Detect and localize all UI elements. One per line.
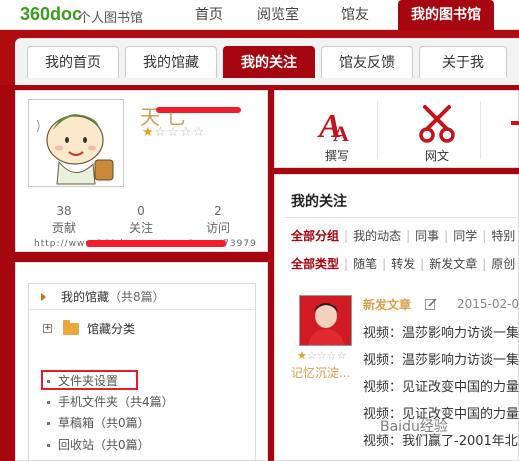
feed-user-stars: ★☆☆☆☆ (297, 349, 346, 362)
nav-reading-room[interactable]: 阅览室 (246, 0, 310, 30)
stat-label: 贡献 (51, 221, 76, 235)
edit-icon (425, 298, 437, 310)
profile-card: 天 乚 ★☆☆☆☆ 38 贡献 0 关注 2 访问 http://www.360… (15, 90, 268, 252)
tool-web-clip[interactable]: 网文 (407, 91, 467, 169)
site-logo[interactable]: 360doc (20, 4, 82, 25)
scissors-icon (419, 105, 455, 143)
tools-panel: A A 撰写 网文 (274, 90, 519, 168)
stat-label: 访问 (205, 221, 230, 235)
filter-repost[interactable]: 转发 (391, 257, 415, 271)
follow-title: 我的关注 (291, 194, 347, 210)
tool-divider (480, 101, 481, 159)
tool-write-label: 撰写 (324, 149, 349, 163)
filter-new-articles[interactable]: 新发文章 (429, 257, 477, 271)
star-empty-icon: ☆☆☆☆ (306, 349, 347, 362)
tool-divider (377, 101, 378, 159)
stat-value: 38 (56, 204, 72, 218)
nav-friends[interactable]: 馆友 (326, 0, 384, 30)
filter-all-types[interactable]: 全部类型 (291, 257, 339, 271)
tool-web-clip-label: 网文 (424, 149, 449, 163)
highlight-box (41, 370, 138, 390)
collection-title: 我的馆藏（共8篇） (61, 290, 165, 304)
filter-special[interactable]: 特别 (491, 229, 515, 243)
tab-my-follow[interactable]: 我的关注 (223, 46, 315, 78)
filter-essay[interactable]: 随笔 (353, 257, 377, 271)
redaction-mark (156, 107, 241, 113)
folder-icon (63, 320, 79, 335)
bullet-icon (47, 444, 50, 447)
tool-write[interactable]: A A 撰写 (307, 91, 367, 169)
more-tool-icon[interactable] (511, 121, 519, 125)
divider (285, 217, 519, 218)
feed-item[interactable]: 视频：见证改变中国的力量 (363, 379, 519, 397)
link-recycle-bin[interactable]: 回收站（共0篇） (47, 436, 150, 454)
watermark: Baidu经验 (380, 419, 448, 435)
star-filled-icon: ★ (297, 349, 307, 362)
feed-user-avatar[interactable] (299, 295, 352, 346)
tab-feedback[interactable]: 馆友反馈 (321, 46, 413, 78)
rating-stars: ★☆☆☆☆ (142, 125, 205, 140)
stat-value: 2 (214, 204, 222, 218)
portrait-photo (300, 296, 351, 345)
filter-all-groups[interactable]: 全部分组 (291, 229, 339, 243)
filter-types: 全部类型 | 随笔 | 转发 | 新发文章 | 原创 (291, 257, 516, 271)
stat-contribution[interactable]: 38 贡献 (34, 203, 94, 237)
nav-home[interactable]: 首页 (180, 0, 238, 30)
filter-my-activity[interactable]: 我的动态 (353, 229, 401, 243)
new-article-badge: 新发文章 (363, 298, 412, 312)
tab-about-me[interactable]: 关于我 (419, 46, 507, 78)
top-bar: 360doc 个人图书馆 首页 阅览室 馆友 我的图书馆 (0, 0, 519, 30)
feed-date: 2015-02-04 (457, 297, 519, 311)
filter-colleagues[interactable]: 同事 (415, 229, 439, 243)
star-filled-icon: ★ (142, 125, 155, 140)
nav-my-library[interactable]: 我的图书馆 (398, 0, 494, 30)
bullet-icon (47, 422, 50, 425)
filter-classmates[interactable]: 同学 (453, 229, 477, 243)
triangle-right-icon (41, 293, 46, 301)
site-subtitle: 个人图书馆 (78, 11, 144, 26)
stat-value: 0 (137, 204, 145, 218)
feed-item[interactable]: 视频：温莎影响力访谈一集 (363, 352, 519, 370)
write-icon: A A (317, 108, 349, 143)
feed-item[interactable]: 视频：温莎影响力访谈一集 (363, 325, 519, 343)
folder-category-label: 馆藏分类 (87, 322, 136, 336)
link-drafts[interactable]: 草稿箱（共0篇） (47, 414, 150, 432)
avatar[interactable] (28, 99, 124, 187)
filter-groups: 全部分组 | 我的动态 | 同事 | 同学 | 特别 (291, 229, 516, 243)
expand-plus-icon[interactable]: + (43, 324, 52, 333)
stat-following[interactable]: 0 关注 (111, 203, 171, 237)
filter-original[interactable]: 原创 (491, 257, 515, 271)
cartoon-avatar-image (36, 114, 114, 185)
collection-header[interactable]: 我的馆藏（共8篇） (29, 284, 255, 310)
star-empty-icon: ☆☆☆☆ (154, 125, 206, 140)
tab-my-collection[interactable]: 我的馆藏 (125, 46, 217, 78)
bullet-icon (47, 401, 50, 404)
redaction-mark (86, 240, 226, 247)
tab-my-home[interactable]: 我的首页 (27, 46, 119, 78)
link-mobile-folder[interactable]: 手机文件夹（共4篇） (47, 393, 174, 411)
feed-user-name[interactable]: 记忆沉淀... (291, 364, 350, 381)
stat-visits[interactable]: 2 访问 (188, 203, 248, 237)
stat-label: 关注 (128, 221, 153, 235)
svg-text:A: A (333, 121, 349, 143)
